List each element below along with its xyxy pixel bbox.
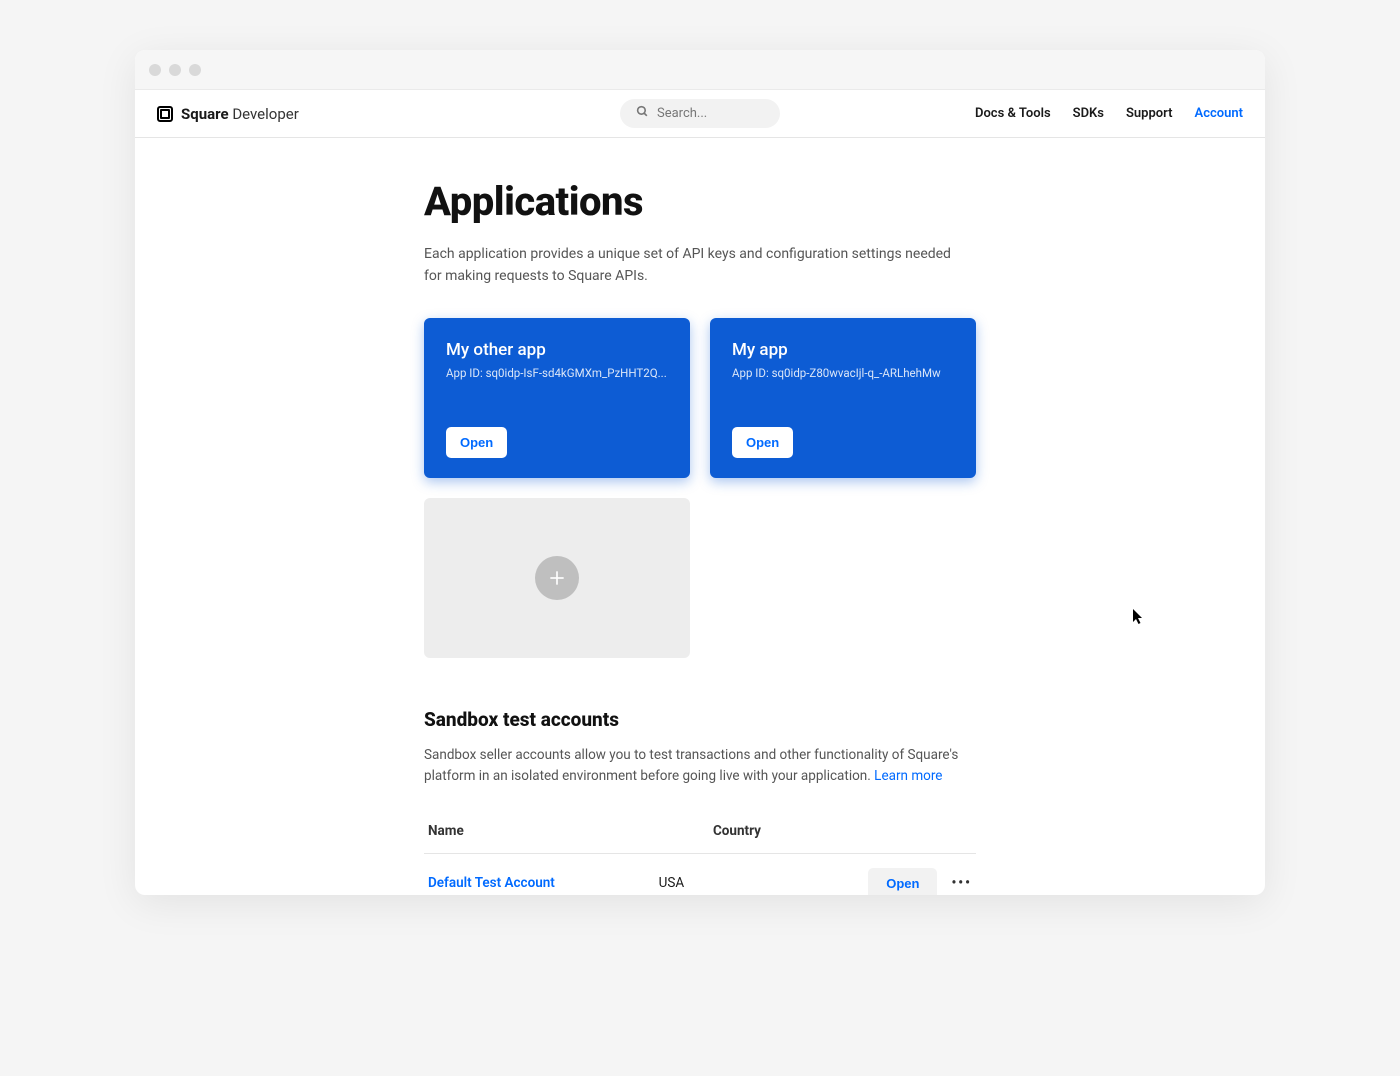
table-row: Default Test Account USA Open ••• <box>424 854 976 895</box>
square-logo-icon <box>157 106 173 122</box>
app-card-title: My app <box>732 340 954 360</box>
account-country: USA <box>659 875 869 891</box>
open-app-button[interactable]: Open <box>732 427 793 458</box>
page-description: Each application provides a unique set o… <box>424 243 964 288</box>
nav-account[interactable]: Account <box>1195 106 1243 121</box>
sandbox-heading: Sandbox test accounts <box>424 708 976 731</box>
nav-support[interactable]: Support <box>1126 106 1173 121</box>
more-options-icon[interactable]: ••• <box>951 875 972 891</box>
main-content: Applications Each application provides a… <box>135 138 1265 895</box>
col-name: Name <box>428 823 713 839</box>
open-sandbox-button[interactable]: Open <box>868 868 937 895</box>
brand[interactable]: Square Developer <box>157 105 299 123</box>
top-nav: Docs & Tools SDKs Support Account <box>975 106 1243 121</box>
app-card[interactable]: My other app App ID: sq0idp-IsF-sd4kGMXm… <box>424 318 690 478</box>
open-app-button[interactable]: Open <box>446 427 507 458</box>
nav-sdks[interactable]: SDKs <box>1073 106 1104 121</box>
search-placeholder: Search... <box>657 106 707 121</box>
learn-more-link[interactable]: Learn more <box>874 768 942 784</box>
account-name-link[interactable]: Default Test Account <box>428 875 659 891</box>
plus-icon <box>535 556 579 600</box>
app-card-title: My other app <box>446 340 668 360</box>
table-header-row: Name Country <box>424 809 976 854</box>
search-icon <box>636 105 649 122</box>
nav-docs-tools[interactable]: Docs & Tools <box>975 106 1051 121</box>
window-title-bar <box>135 50 1265 90</box>
applications-grid: My other app App ID: sq0idp-IsF-sd4kGMXm… <box>424 318 976 658</box>
col-country: Country <box>713 823 972 839</box>
page-title: Applications <box>424 178 976 225</box>
sandbox-accounts-table: Name Country Default Test Account USA Op… <box>424 809 976 895</box>
sandbox-description: Sandbox seller accounts allow you to tes… <box>424 745 976 787</box>
site-header: Square Developer Search... Docs & Tools … <box>135 90 1265 138</box>
browser-window: Square Developer Search... Docs & Tools … <box>135 50 1265 895</box>
window-max-dot[interactable] <box>189 64 201 76</box>
app-card-appid: App ID: sq0idp-IsF-sd4kGMXm_PzHHT2Q... <box>446 366 668 380</box>
search-input[interactable]: Search... <box>620 99 780 128</box>
brand-word-2: Developer <box>232 105 299 123</box>
brand-word-1: Square <box>181 105 229 123</box>
add-application-card[interactable] <box>424 498 690 658</box>
window-min-dot[interactable] <box>169 64 181 76</box>
app-card-appid: App ID: sq0idp-Z80wvacIjl-q_-ARLhehMw <box>732 366 954 380</box>
window-close-dot[interactable] <box>149 64 161 76</box>
app-card[interactable]: My app App ID: sq0idp-Z80wvacIjl-q_-ARLh… <box>710 318 976 478</box>
